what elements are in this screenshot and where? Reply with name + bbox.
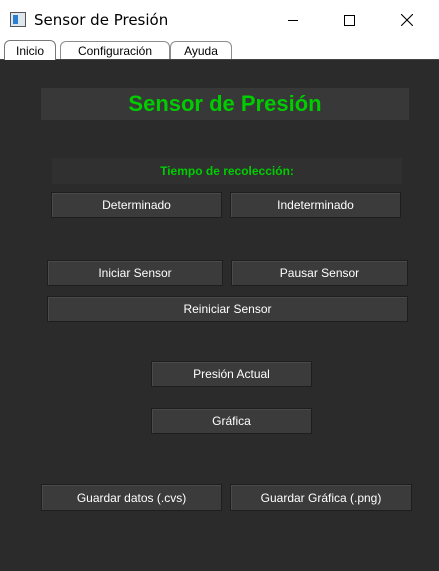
close-icon bbox=[401, 14, 413, 26]
tab-configuracion[interactable]: Configuración bbox=[60, 41, 170, 59]
reset-sensor-button[interactable]: Reiniciar Sensor bbox=[47, 296, 408, 322]
app-icon[interactable] bbox=[10, 12, 26, 27]
collection-time-label: Tiempo de recolección: bbox=[52, 158, 402, 184]
determinado-button[interactable]: Determinado bbox=[51, 192, 222, 218]
close-button[interactable] bbox=[384, 0, 430, 40]
minimize-icon bbox=[288, 19, 298, 21]
graph-button[interactable]: Gráfica bbox=[151, 408, 312, 434]
minimize-button[interactable] bbox=[270, 0, 316, 40]
tab-ayuda[interactable]: Ayuda bbox=[170, 41, 232, 59]
maximize-icon bbox=[343, 14, 355, 26]
maximize-button[interactable] bbox=[326, 0, 372, 40]
title-bar: Sensor de Presión bbox=[0, 0, 439, 40]
save-data-button[interactable]: Guardar datos (.cvs) bbox=[41, 484, 222, 511]
tab-inicio[interactable]: Inicio bbox=[4, 40, 56, 60]
page-title: Sensor de Presión bbox=[41, 88, 409, 120]
start-sensor-button[interactable]: Iniciar Sensor bbox=[47, 260, 223, 286]
indeterminado-button[interactable]: Indeterminado bbox=[230, 192, 401, 218]
window-title: Sensor de Presión bbox=[34, 11, 169, 29]
current-pressure-button[interactable]: Presión Actual bbox=[151, 361, 312, 387]
save-graph-button[interactable]: Guardar Gráfica (.png) bbox=[230, 484, 412, 511]
pause-sensor-button[interactable]: Pausar Sensor bbox=[231, 260, 408, 286]
